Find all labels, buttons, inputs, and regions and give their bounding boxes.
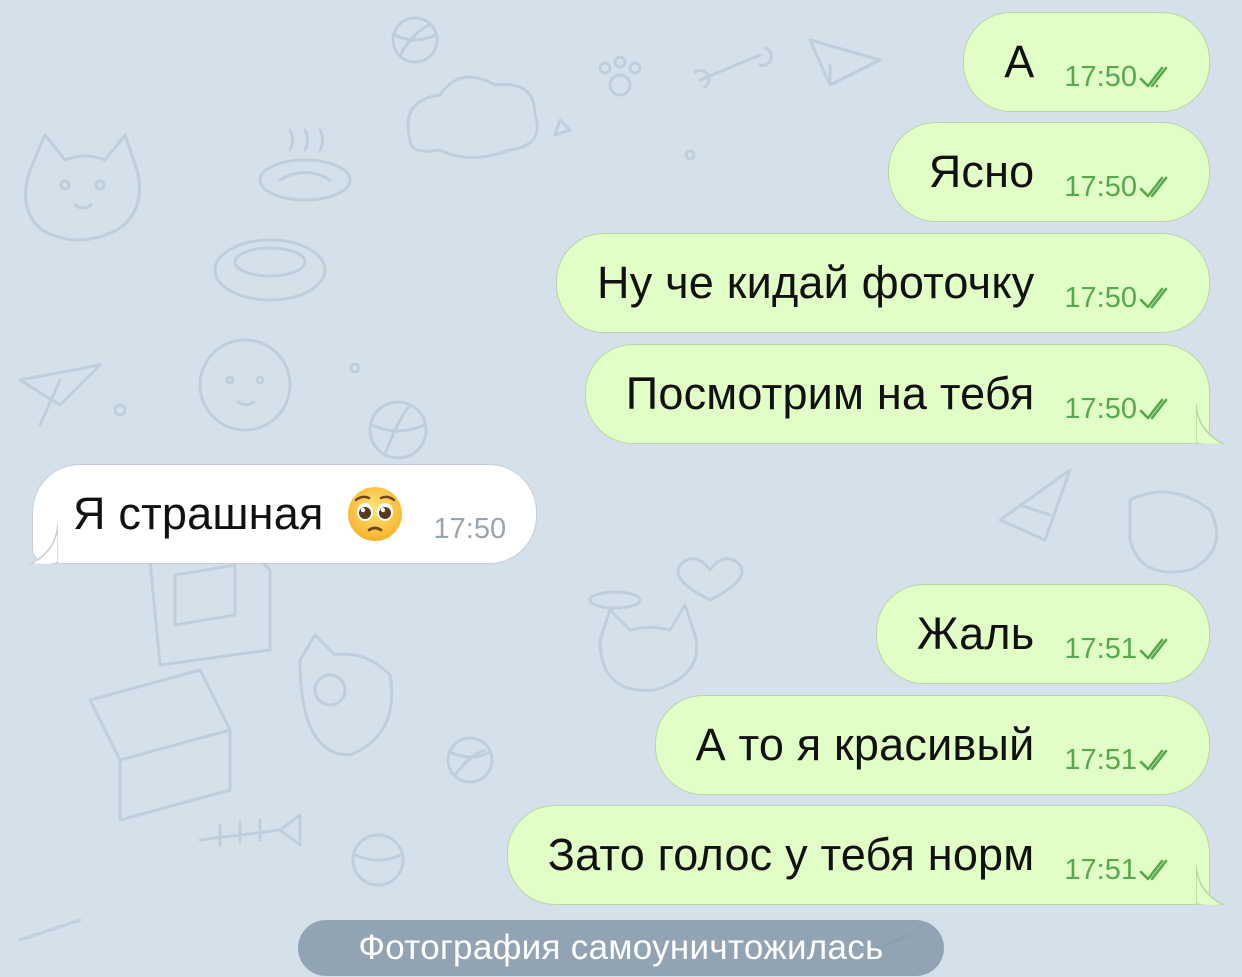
bubble-tail <box>28 524 58 564</box>
outgoing-message[interactable]: А то я красивый 17:51 <box>654 695 1210 795</box>
double-check-icon <box>1139 749 1168 771</box>
double-check-icon <box>1139 398 1168 420</box>
outgoing-message[interactable]: Ну че кидай фоточку 17:50 <box>556 233 1210 333</box>
message-text: А то я красивый <box>695 719 1035 770</box>
incoming-message[interactable]: Я страшная 17:50 <box>32 464 538 564</box>
double-check-icon <box>1139 287 1168 309</box>
outgoing-message[interactable]: Ясно 17:50 <box>887 122 1210 222</box>
message-time: 17:51 <box>1064 632 1137 665</box>
message-text: Я страшная <box>73 488 324 539</box>
message-meta: 17:50 <box>434 513 507 546</box>
message-time: 17:51 <box>1064 853 1137 886</box>
message-text: Зато голос у тебя норм <box>547 829 1035 880</box>
message-text: Посмотрим на тебя <box>625 368 1035 419</box>
message-time: 17:50 <box>1064 170 1137 203</box>
message-meta: 17:50 <box>1064 61 1179 94</box>
double-check-icon <box>1139 859 1168 881</box>
pleading-face-emoji <box>347 487 402 541</box>
message-text: А <box>1004 36 1035 87</box>
message-time: 17:50 <box>1064 392 1137 425</box>
double-check-icon <box>1139 638 1168 660</box>
double-check-icon <box>1139 66 1168 88</box>
service-message: Фотография самоуничтожилась <box>298 920 944 976</box>
message-text: Жаль <box>916 608 1035 659</box>
message-meta: 17:51 <box>1064 633 1179 666</box>
message-time: 17:51 <box>1064 743 1137 776</box>
bubble-tail <box>1196 865 1226 905</box>
outgoing-message[interactable]: А 17:50 <box>963 12 1210 112</box>
message-text: Ясно <box>928 146 1035 197</box>
message-meta: 17:50 <box>1064 171 1179 204</box>
message-time: 17:50 <box>1064 60 1137 93</box>
message-text: Ну че кидай фоточку <box>597 257 1035 308</box>
message-meta: 17:51 <box>1064 744 1179 777</box>
message-time: 17:50 <box>1064 281 1137 314</box>
chat-history: А 17:50 Ясно 17:50 Ну че кидай фоточку 1… <box>0 0 1242 977</box>
message-meta: 17:50 <box>1064 282 1179 315</box>
outgoing-message[interactable]: Жаль 17:51 <box>875 584 1210 684</box>
message-meta: 17:51 <box>1064 854 1179 887</box>
message-time: 17:50 <box>433 512 507 545</box>
outgoing-message[interactable]: Посмотрим на тебя 17:50 <box>584 344 1210 444</box>
outgoing-message[interactable]: Зато голос у тебя норм 17:51 <box>506 805 1210 905</box>
bubble-tail <box>1196 404 1226 444</box>
double-check-icon <box>1139 176 1168 198</box>
message-meta: 17:50 <box>1064 393 1179 426</box>
